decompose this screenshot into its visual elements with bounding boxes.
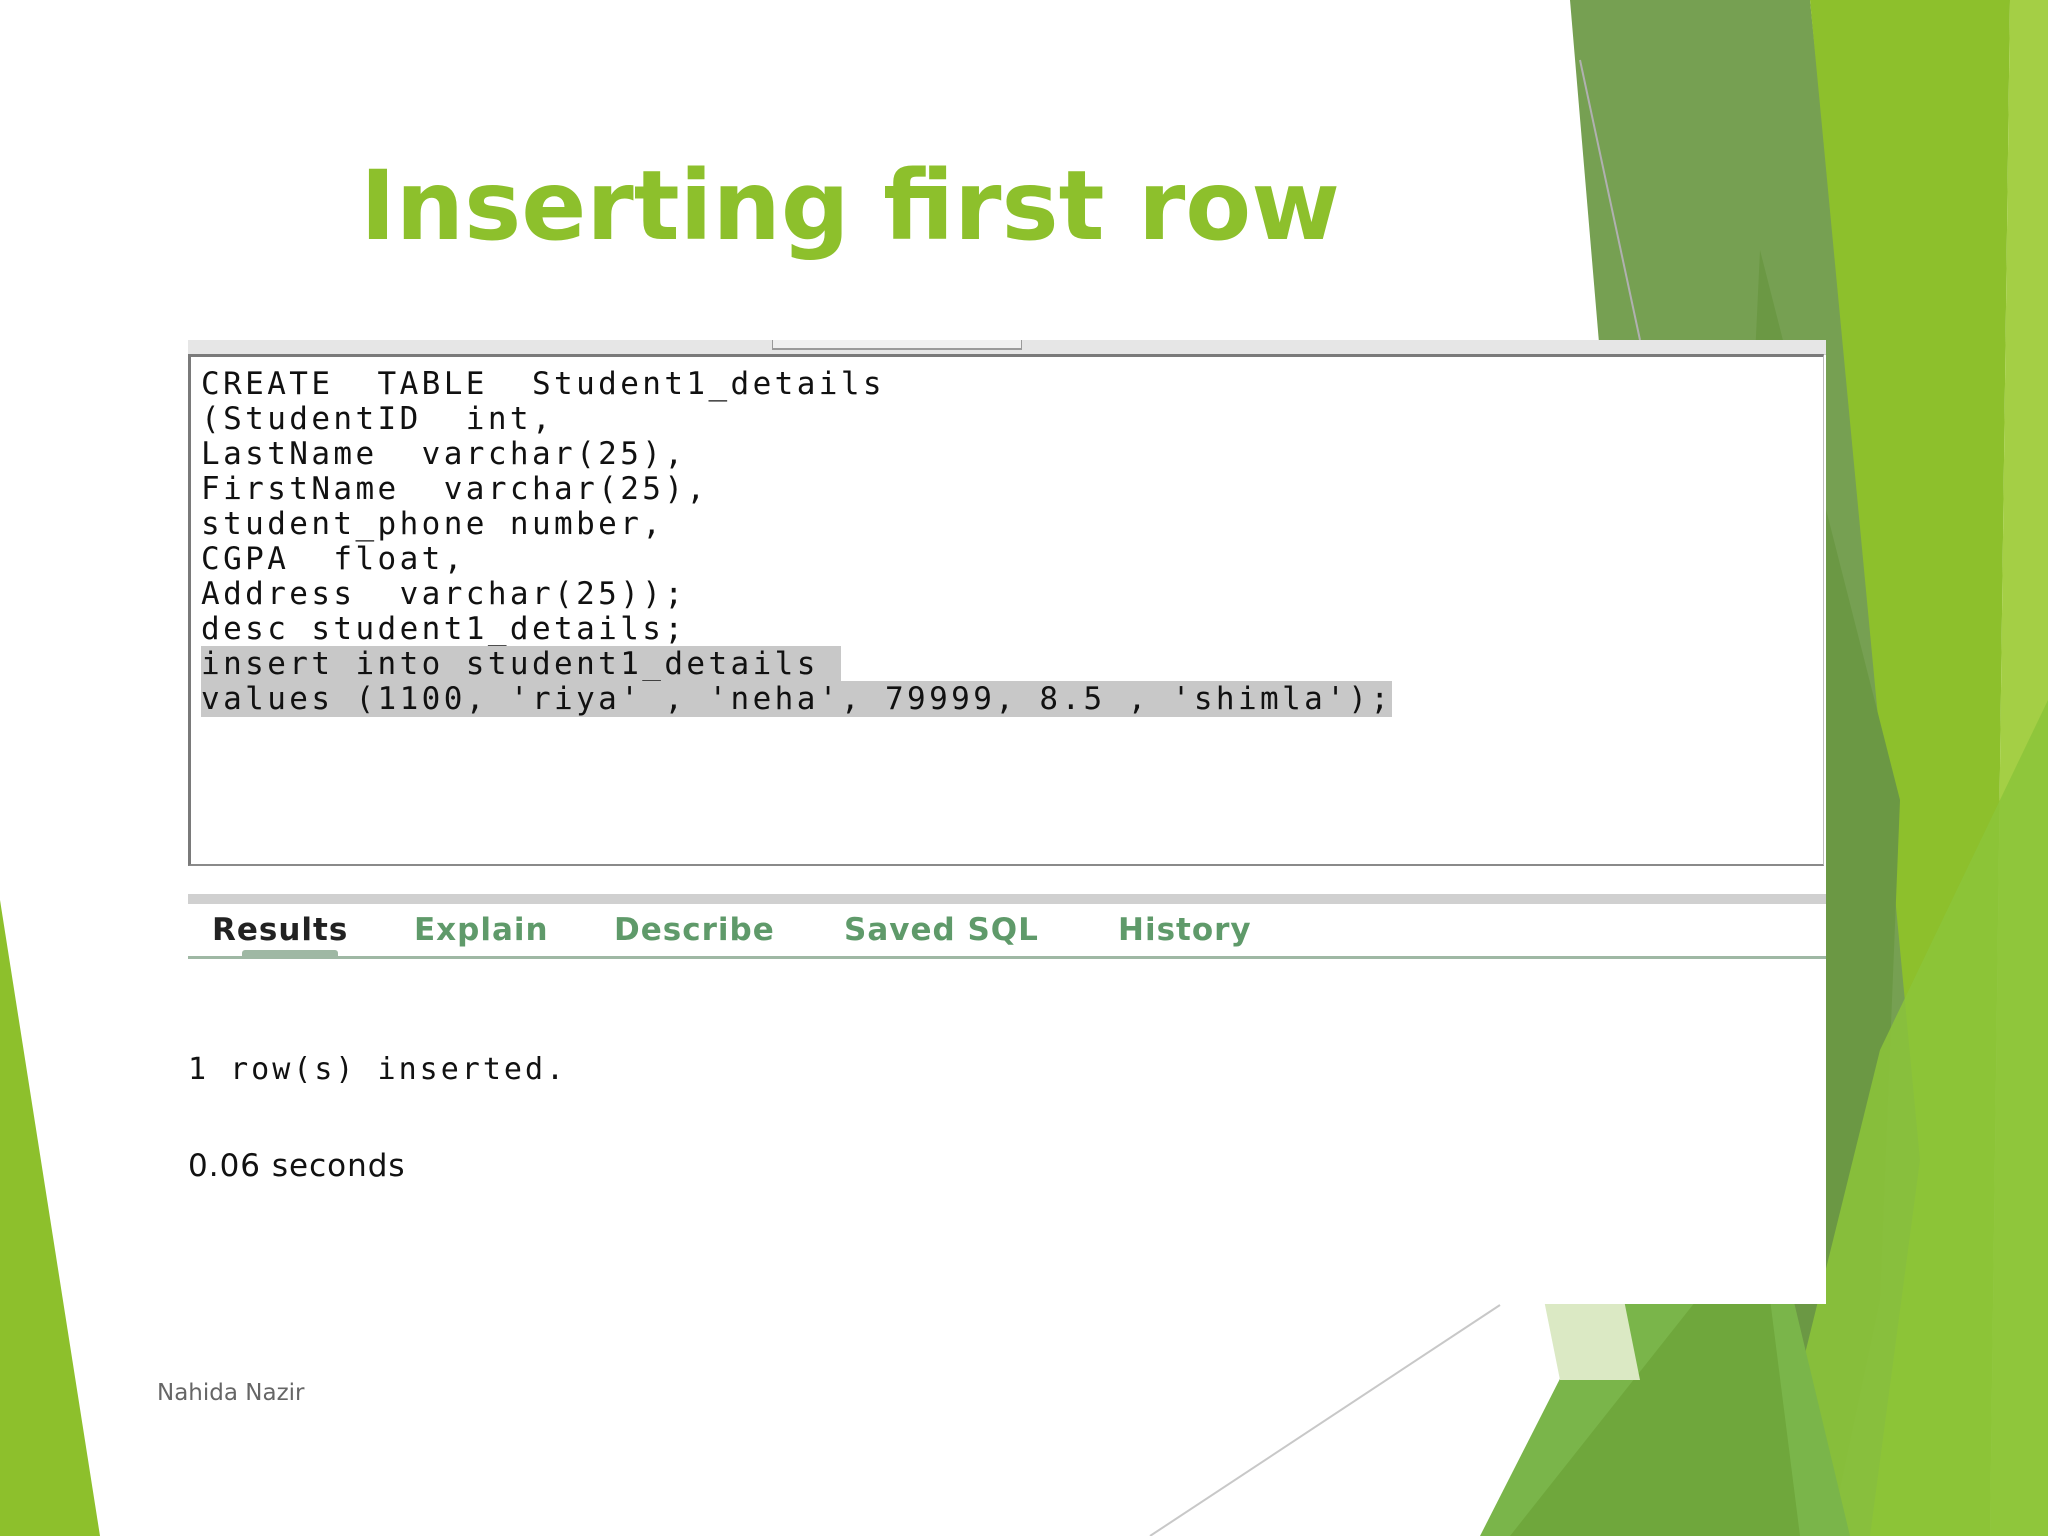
code-line-selected: insert into student1_details: [201, 646, 841, 682]
code-line: Address varchar(25));: [201, 576, 687, 612]
code-line: CGPA float,: [201, 541, 466, 577]
tab-saved-sql[interactable]: Saved SQL: [844, 912, 1039, 948]
elapsed-time: 0.06 seconds: [188, 1148, 406, 1184]
tab-history[interactable]: History: [1118, 912, 1252, 948]
tab-explain[interactable]: Explain: [414, 912, 549, 948]
results-tab-bar: Results Explain Describe Saved SQL Histo…: [188, 894, 1826, 960]
result-message: 1 row(s) inserted.: [188, 1052, 568, 1087]
code-line: LastName varchar(25),: [201, 436, 687, 472]
sql-workshop-screenshot: CREATE TABLE Student1_details (StudentID …: [188, 340, 1826, 1304]
tab-bar-top-border: [188, 894, 1826, 904]
tab-describe[interactable]: Describe: [614, 912, 775, 948]
sql-editor[interactable]: CREATE TABLE Student1_details (StudentID …: [188, 354, 1824, 866]
slide-title: Inserting first row: [0, 150, 1700, 262]
editor-resize-handle[interactable]: [772, 340, 1022, 350]
tab-bar-bottom-border: [188, 956, 1826, 959]
code-line: CREATE TABLE Student1_details: [201, 366, 885, 402]
code-line: desc student1_details;: [201, 611, 687, 647]
code-line: student_phone number,: [201, 506, 665, 542]
slide-title-text: Inserting first row: [360, 150, 1340, 262]
tab-results[interactable]: Results: [212, 912, 348, 948]
sql-code: CREATE TABLE Student1_details (StudentID …: [201, 366, 1393, 717]
code-line-selected: values (1100, 'riya' , 'neha', 79999, 8.…: [201, 681, 1393, 717]
code-line: (StudentID int,: [201, 401, 555, 437]
editor-top-bar: [188, 340, 1826, 355]
slide-footer-author: Nahida Nazir: [157, 1380, 305, 1406]
code-line: FirstName varchar(25),: [201, 471, 709, 507]
